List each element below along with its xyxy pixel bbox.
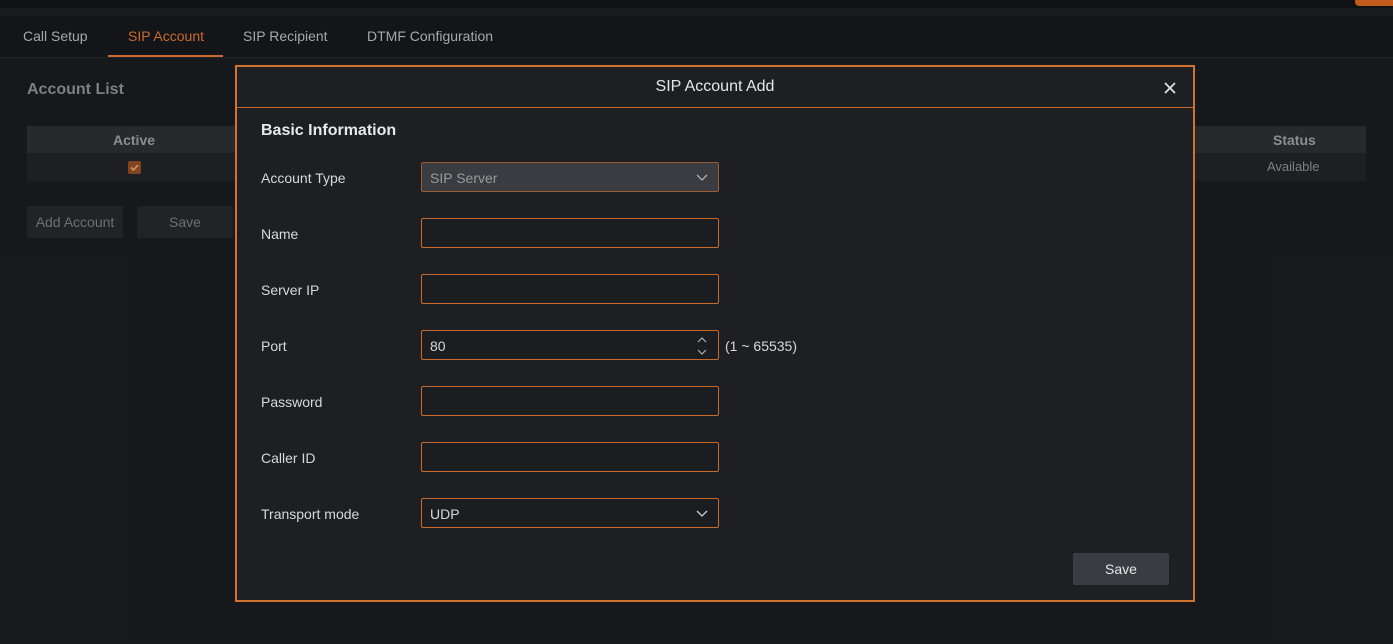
account-type-label: Account Type: [261, 170, 346, 186]
tab-call-setup[interactable]: Call Setup: [23, 28, 88, 44]
dialog-header: SIP Account Add: [237, 67, 1193, 108]
caller-id-label: Caller ID: [261, 450, 316, 466]
port-input[interactable]: 80: [421, 330, 719, 360]
tab-dtmf-configuration[interactable]: DTMF Configuration: [367, 28, 493, 44]
account-type-value: SIP Server: [430, 170, 498, 186]
transport-mode-label: Transport mode: [261, 506, 360, 522]
dialog-title: SIP Account Add: [655, 78, 775, 95]
transport-mode-value: UDP: [430, 506, 460, 522]
password-input[interactable]: [421, 386, 719, 416]
server-ip-label: Server IP: [261, 282, 320, 298]
tab-sip-account[interactable]: SIP Account: [128, 28, 204, 44]
port-label: Port: [261, 338, 287, 354]
spinner-arrows-icon[interactable]: [696, 335, 708, 357]
close-icon[interactable]: [1161, 79, 1179, 97]
tab-bar: Call Setup SIP Account SIP Recipient DTM…: [0, 16, 1393, 58]
chevron-down-icon: [696, 174, 708, 181]
port-range-hint: (1 ~ 65535): [725, 338, 797, 354]
tab-sip-recipient[interactable]: SIP Recipient: [243, 28, 328, 44]
port-value: 80: [430, 338, 446, 354]
section-title: Basic Information: [261, 122, 397, 139]
topbar-accent-button[interactable]: [1355, 0, 1393, 6]
server-ip-input[interactable]: [421, 274, 719, 304]
chevron-down-icon: [696, 510, 708, 517]
top-bar: [0, 0, 1393, 8]
caller-id-input[interactable]: [421, 442, 719, 472]
password-label: Password: [261, 394, 323, 410]
transport-mode-select[interactable]: UDP: [421, 498, 719, 528]
sip-account-add-dialog: SIP Account Add Basic Information Accoun…: [235, 65, 1195, 602]
account-type-select[interactable]: SIP Server: [421, 162, 719, 192]
name-label: Name: [261, 226, 299, 242]
dialog-save-button[interactable]: Save: [1073, 553, 1169, 585]
name-input[interactable]: [421, 218, 719, 248]
